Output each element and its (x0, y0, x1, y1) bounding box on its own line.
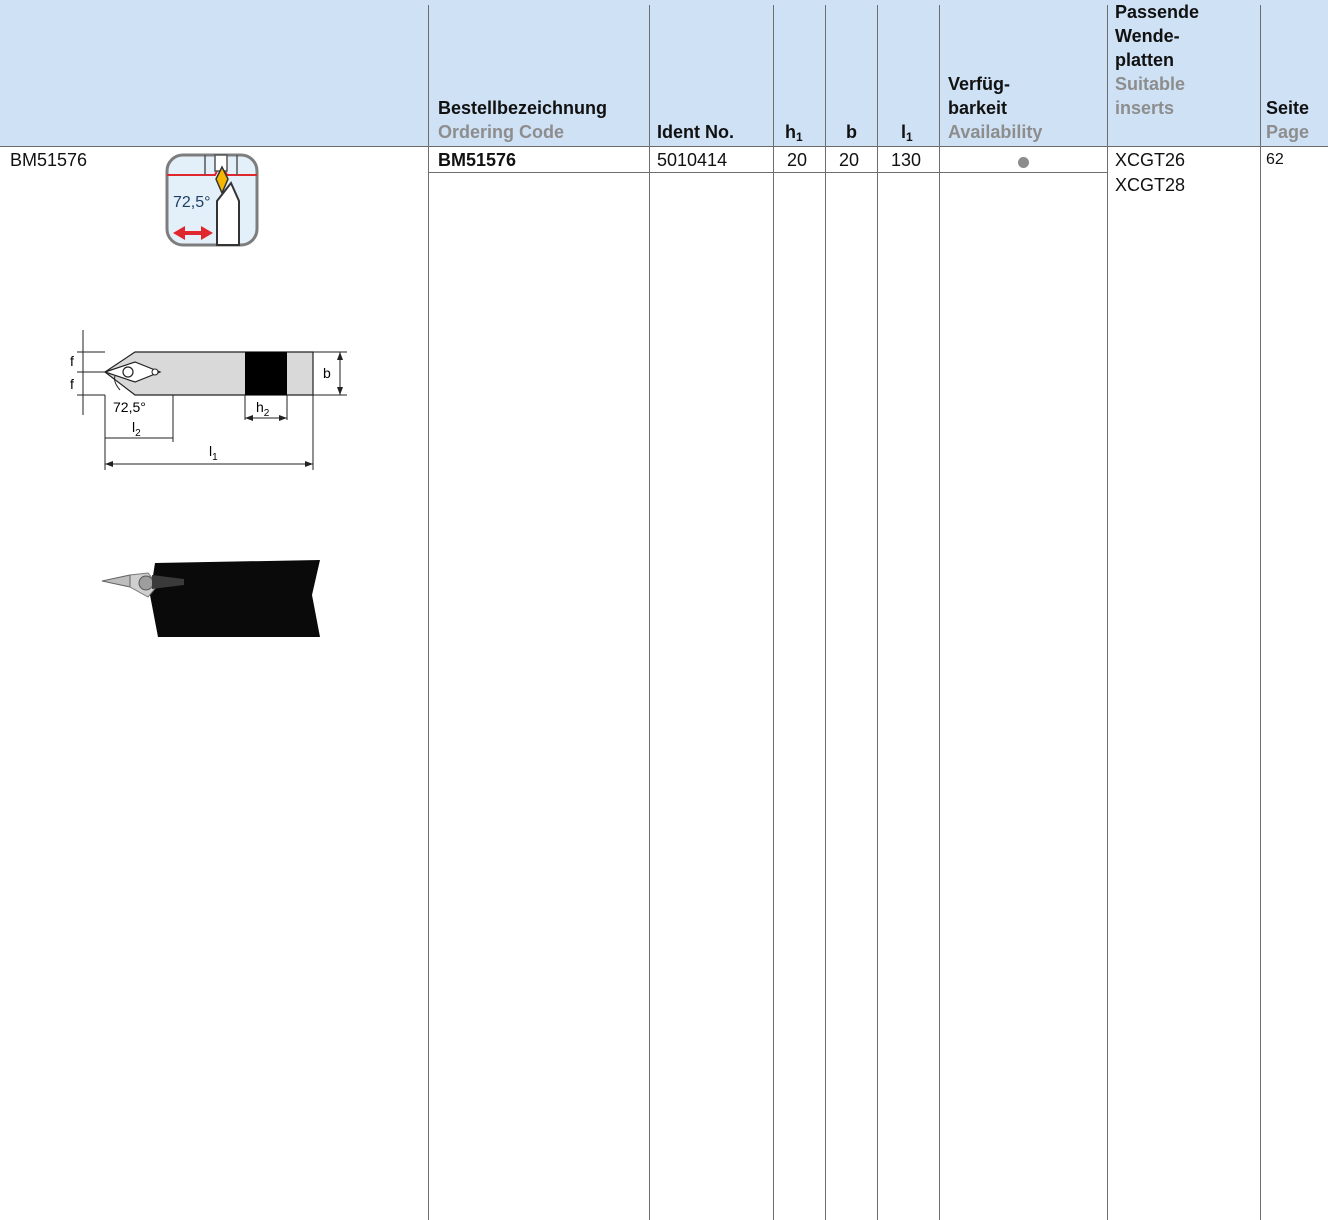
header-divider (0, 146, 1328, 147)
header-b: b (846, 120, 857, 144)
dim-angle-label: 72,5° (113, 399, 146, 415)
b-cell: 20 (839, 150, 860, 170)
dim-b-label: b (323, 365, 331, 381)
header-inserts-en-2: inserts (1115, 98, 1175, 118)
header-ident: Ident No. (657, 120, 734, 144)
column-divider (773, 5, 774, 1220)
ident-cell: 5010414 (657, 150, 728, 170)
dim-f-bottom: f (70, 376, 74, 392)
dim-f-top: f (70, 353, 74, 369)
header-ordering-code: Bestellbezeichnung Ordering Code (438, 96, 607, 144)
header-h1: h1 (785, 120, 803, 144)
row-label: BM51576 (10, 150, 88, 170)
header-page-de: Seite (1266, 98, 1310, 118)
header-page: Seite Page (1266, 96, 1309, 144)
header-l1: l1 (901, 120, 913, 144)
header-ident-label: Ident No. (657, 122, 734, 142)
column-divider (649, 5, 650, 1220)
column-divider (1107, 5, 1108, 1220)
availability-dot (1018, 157, 1029, 168)
column-divider (877, 5, 878, 1220)
header-inserts-de-1: Passende (1115, 2, 1200, 22)
header-availability: Verfüg- barkeit Availability (948, 72, 1042, 144)
header-inserts-en-1: Suitable (1115, 74, 1186, 94)
column-divider (939, 5, 940, 1220)
badge-angle-label: 72,5° (173, 194, 211, 211)
page-cell[interactable]: 62 (1266, 150, 1284, 170)
header-h1-sub: 1 (796, 130, 803, 144)
h1-cell: 20 (787, 150, 808, 170)
header-avail-en: Availability (948, 122, 1043, 142)
column-divider (428, 5, 429, 1220)
header-inserts: Passende Wende- platten Suitable inserts (1115, 0, 1199, 120)
header-page-en: Page (1266, 122, 1310, 142)
dim-h2-label: h2 (256, 399, 270, 419)
column-divider (825, 5, 826, 1220)
header-l1-sub: 1 (906, 130, 913, 144)
ordering-code-cell[interactable]: BM51576 (438, 150, 516, 170)
header-inserts-de-3: platten (1115, 50, 1175, 70)
row-divider (428, 172, 1108, 173)
dim-l1-label: l1 (209, 443, 218, 463)
header-inserts-de-2: Wende- (1115, 26, 1180, 46)
l1-cell: 130 (891, 150, 922, 170)
dim-l2-label: l2 (132, 419, 141, 439)
column-divider (1260, 5, 1261, 1220)
header-h1-label: h (785, 122, 796, 142)
header-ordering-en: Ordering Code (438, 122, 565, 142)
header-avail-de-1: Verfüg- (948, 74, 1011, 94)
tool-photo (101, 560, 320, 637)
insert-cell[interactable]: XCGT26 (1115, 150, 1185, 170)
insert-cell[interactable]: XCGT28 (1115, 175, 1185, 195)
header-ordering-de: Bestellbezeichnung (438, 98, 608, 118)
header-b-label: b (846, 122, 857, 142)
application-badge-icon: 72,5° (165, 153, 259, 247)
tool-dimension-drawing: f f b 72,5° h2 l2 l1 (70, 330, 347, 470)
header-avail-de-2: barkeit (948, 98, 1008, 118)
